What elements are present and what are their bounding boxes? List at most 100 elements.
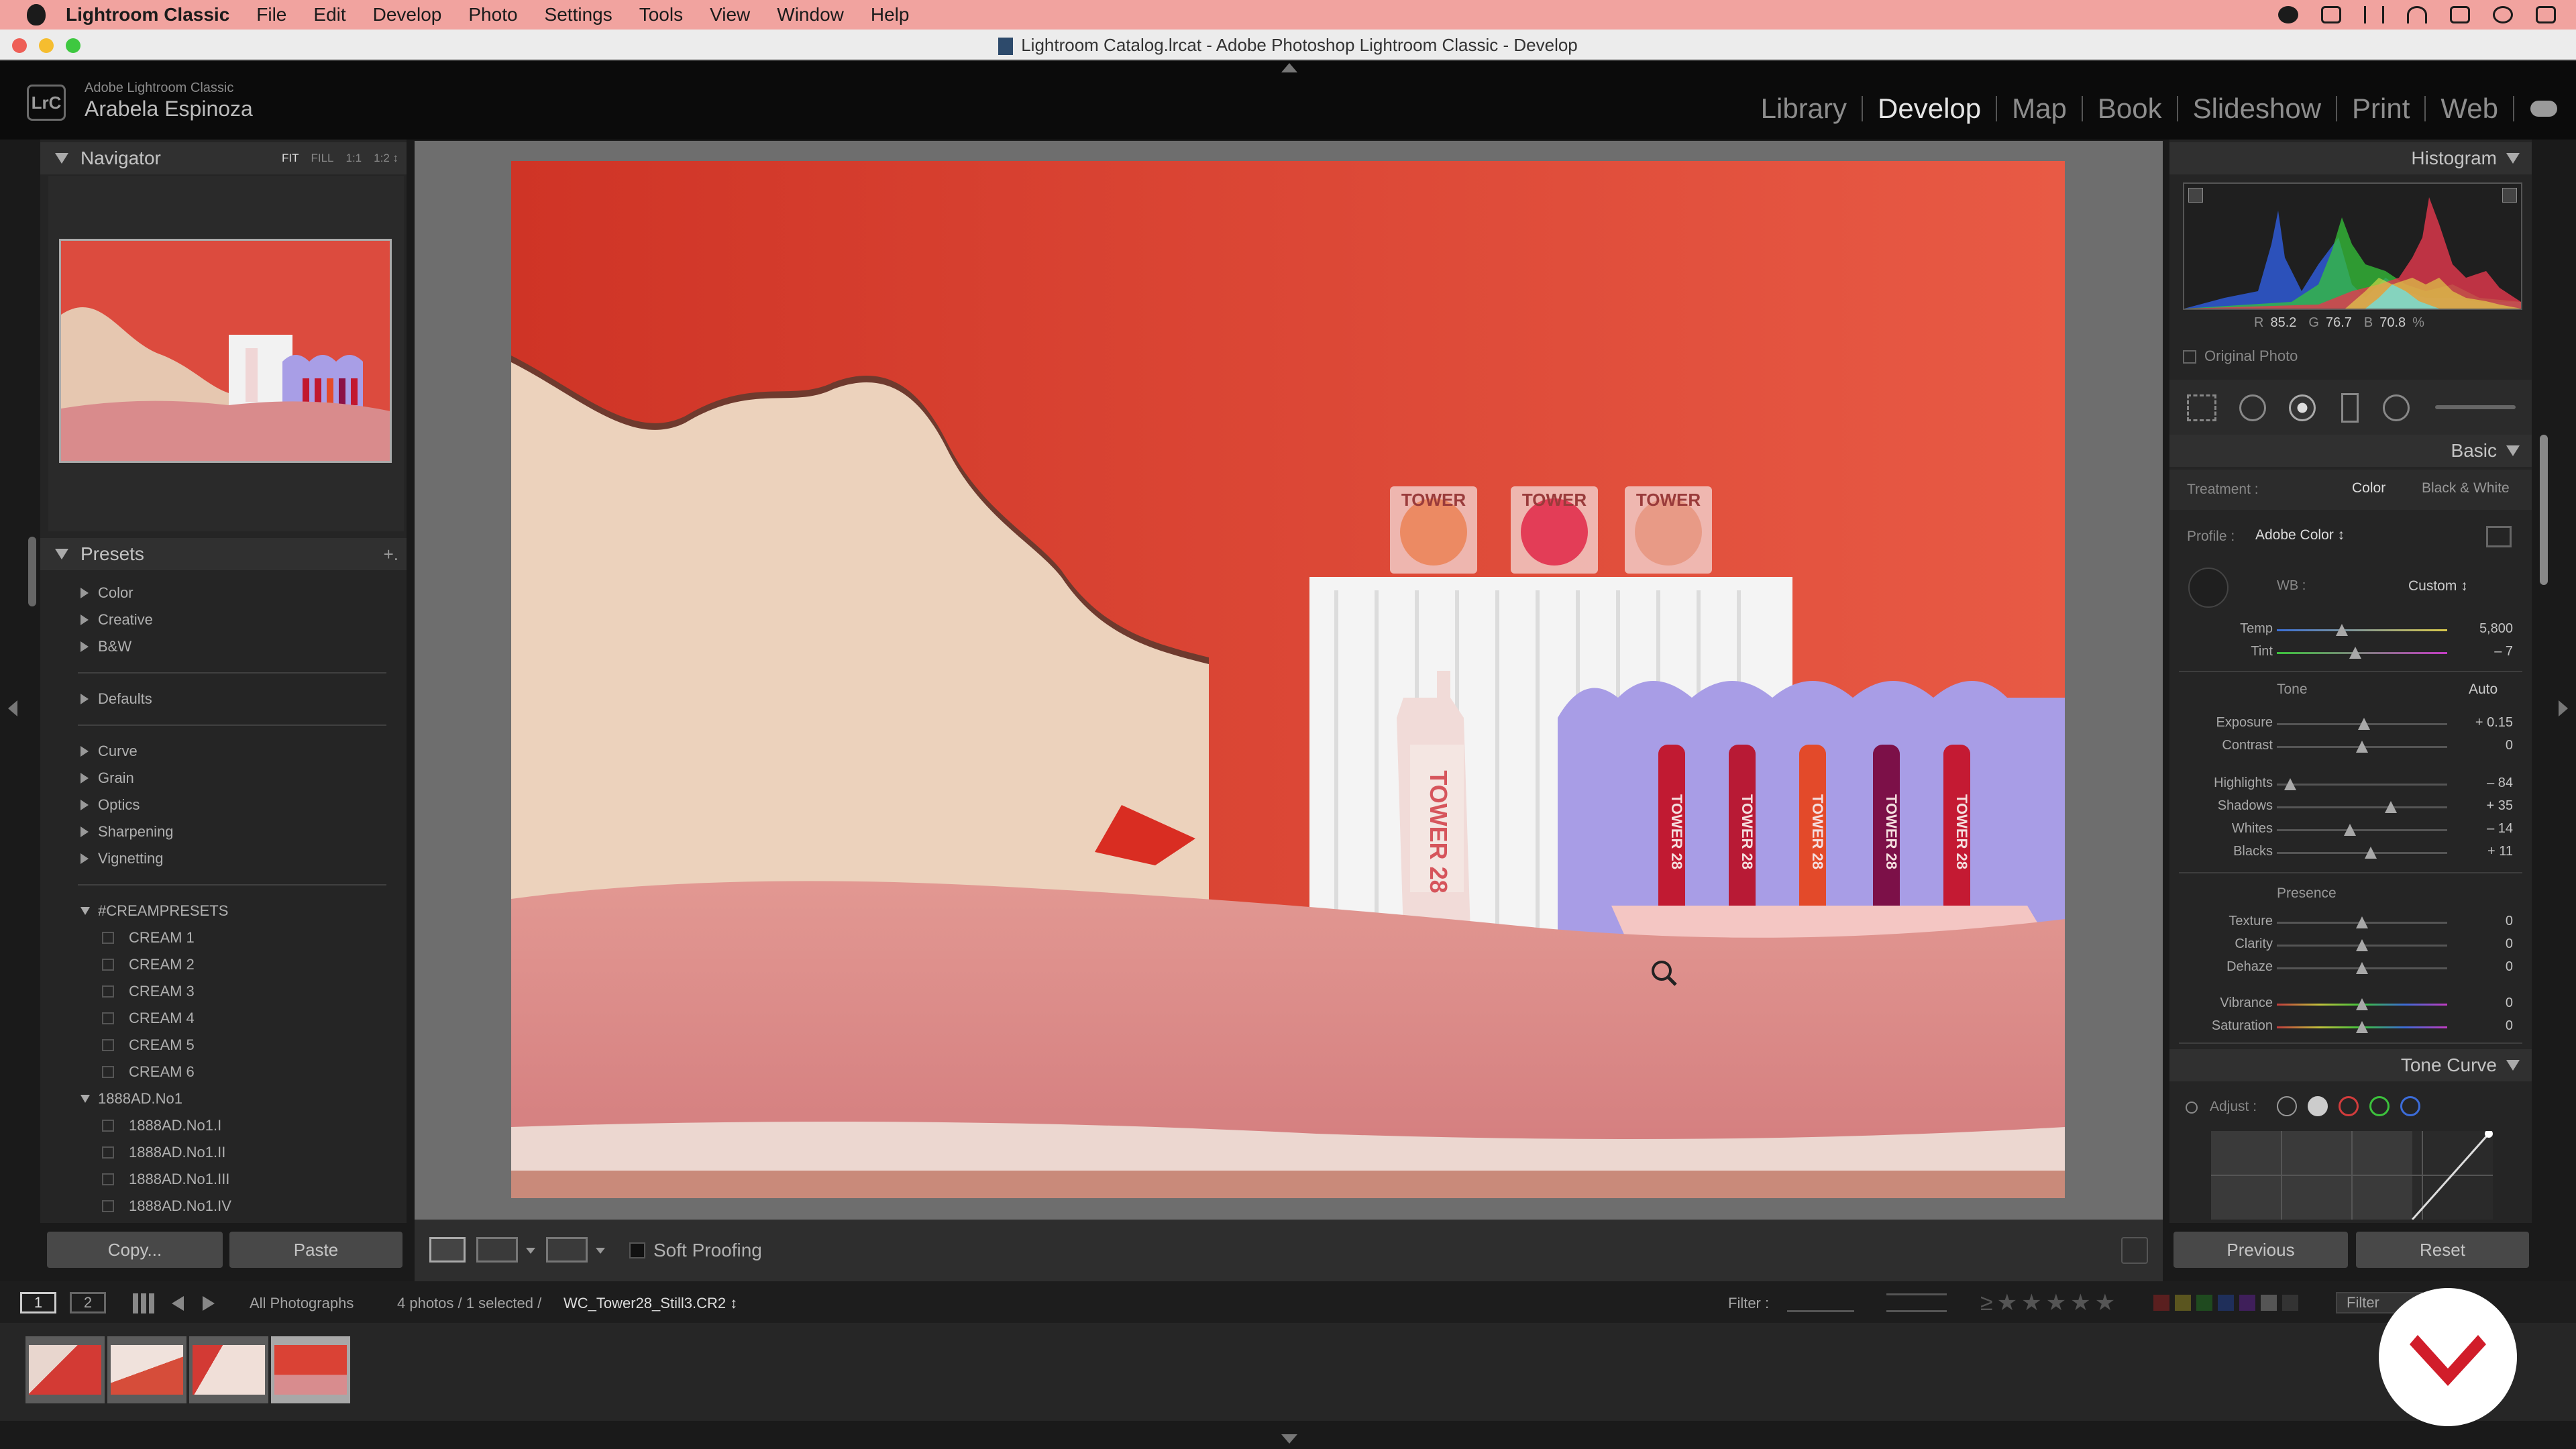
basic-header[interactable]: Basic: [2169, 435, 2532, 467]
slider-vibrance[interactable]: Vibrance 0: [2169, 991, 2532, 1016]
yellow-label-swatch[interactable]: [2175, 1295, 2191, 1311]
control-center-icon[interactable]: [2536, 6, 2556, 23]
apple-icon[interactable]: [27, 4, 46, 25]
preset-group-bw[interactable]: B&W: [40, 633, 407, 660]
highlight-clipping-icon[interactable]: [2502, 188, 2517, 203]
menu-view[interactable]: View: [710, 4, 750, 25]
slider-whites[interactable]: Whites – 14: [2169, 817, 2532, 841]
preset-group-curve[interactable]: Curve: [40, 738, 407, 765]
preset-group-color[interactable]: Color: [40, 580, 407, 606]
menu-develop[interactable]: Develop: [373, 4, 442, 25]
slider-dehaze[interactable]: Dehaze 0: [2169, 955, 2532, 979]
zoom-fill[interactable]: FILL: [311, 152, 333, 165]
slider-shadows[interactable]: Shadows + 35: [2169, 794, 2532, 818]
slider-thumb[interactable]: [2385, 801, 2398, 813]
preset-item[interactable]: CREAM 2: [40, 951, 407, 978]
top-panel-toggle[interactable]: [1281, 63, 1297, 72]
menu-settings[interactable]: Settings: [545, 4, 612, 25]
swap-view-icon[interactable]: [546, 1237, 588, 1263]
treatment-color[interactable]: Color: [2352, 480, 2385, 496]
filmstrip-thumbnail-4-selected[interactable]: [271, 1336, 350, 1403]
current-file[interactable]: WC_Tower28_Still3.CR2 ↕: [564, 1295, 737, 1312]
slider-thumb[interactable]: [2357, 718, 2370, 730]
reset-button[interactable]: Reset: [2356, 1232, 2529, 1268]
preset-group-creampresets[interactable]: #CREAMPRESETS: [40, 898, 407, 924]
preset-group-optics[interactable]: Optics: [40, 792, 407, 818]
preset-item[interactable]: CREAM 6: [40, 1059, 407, 1085]
histogram[interactable]: [2183, 182, 2522, 310]
bottom-panel-toggle[interactable]: [1281, 1434, 1297, 1444]
slider-saturation[interactable]: Saturation 0: [2169, 1014, 2532, 1038]
treatment-bw[interactable]: Black & White: [2422, 480, 2510, 496]
slider-thumb[interactable]: [2356, 939, 2368, 951]
left-scrollbar[interactable]: [28, 537, 36, 606]
preset-item[interactable]: CREAM 5: [40, 1032, 407, 1059]
right-scrollbar[interactable]: [2540, 435, 2548, 585]
no-label-swatch[interactable]: [2282, 1295, 2298, 1311]
before-after-icon[interactable]: [476, 1237, 518, 1263]
slider-value[interactable]: 0: [2453, 914, 2513, 929]
module-map[interactable]: Map: [1997, 93, 2082, 125]
presets-header[interactable]: Presets +.: [40, 538, 407, 570]
color-label-filter[interactable]: [2153, 1295, 2298, 1311]
menu-tools[interactable]: Tools: [639, 4, 683, 25]
preset-item[interactable]: CREAM 1: [40, 924, 407, 951]
graduated-filter-icon[interactable]: [2341, 393, 2359, 423]
slider-value[interactable]: + 11: [2453, 844, 2513, 859]
menu-window[interactable]: Window: [777, 4, 844, 25]
navigator-header[interactable]: Navigator FIT FILL 1:1 1:2 ↕: [40, 142, 407, 174]
slider-value[interactable]: + 0.15: [2453, 715, 2513, 731]
slider-thumb[interactable]: [2349, 647, 2361, 659]
source-label[interactable]: All Photographs: [250, 1295, 354, 1312]
original-photo-checkbox[interactable]: [2183, 350, 2196, 364]
grid-view-icon[interactable]: [133, 1293, 154, 1313]
preset-group-defaults[interactable]: Defaults: [40, 686, 407, 712]
menu-help[interactable]: Help: [871, 4, 910, 25]
slider-blacks[interactable]: Blacks + 11: [2169, 840, 2532, 864]
preset-item[interactable]: CREAM 4: [40, 1005, 407, 1032]
zoom-button[interactable]: [66, 38, 80, 53]
slider-track[interactable]: [2277, 629, 2447, 631]
slider-track[interactable]: [2277, 806, 2447, 808]
menu-photo[interactable]: Photo: [468, 4, 517, 25]
wb-select[interactable]: Custom ↕: [2408, 578, 2468, 594]
command-icon[interactable]: [2321, 6, 2341, 23]
slider-tint[interactable]: Tint – 7: [2169, 640, 2532, 664]
preset-group-grain[interactable]: Grain: [40, 765, 407, 792]
soft-proofing-checkbox[interactable]: [629, 1242, 645, 1258]
slider-thumb[interactable]: [2284, 778, 2297, 790]
slider-track[interactable]: [2277, 784, 2447, 786]
adjustment-brush-icon[interactable]: [2435, 405, 2516, 409]
slider-value[interactable]: + 35: [2453, 798, 2513, 814]
filmstrip-thumbnail-1[interactable]: [25, 1336, 105, 1403]
slider-track[interactable]: [2277, 852, 2447, 854]
paste-button[interactable]: Paste: [229, 1232, 402, 1268]
preset-item[interactable]: 1888AD.No1.III: [40, 1166, 407, 1193]
slider-thumb[interactable]: [2356, 962, 2368, 974]
minimize-button[interactable]: [39, 38, 54, 53]
slider-value[interactable]: 0: [2453, 936, 2513, 952]
preset-group-creative[interactable]: Creative: [40, 606, 407, 633]
green-curve-icon[interactable]: [2369, 1096, 2390, 1116]
tone-curve-graph[interactable]: [2211, 1131, 2493, 1220]
slider-thumb[interactable]: [2364, 847, 2377, 859]
navigator-preview[interactable]: [59, 239, 392, 463]
blue-curve-icon[interactable]: [2400, 1096, 2420, 1116]
slider-texture[interactable]: Texture 0: [2169, 910, 2532, 934]
slider-thumb[interactable]: [2356, 741, 2368, 753]
profile-select[interactable]: Adobe Color ↕: [2255, 527, 2345, 543]
display-icon[interactable]: [2450, 6, 2470, 23]
slider-temp[interactable]: Temp 5,800: [2169, 617, 2532, 641]
module-book[interactable]: Book: [2083, 93, 2177, 125]
forward-arrow-icon[interactable]: [203, 1296, 215, 1311]
parametric-curve-icon[interactable]: [2277, 1096, 2297, 1116]
slider-track[interactable]: [2277, 652, 2447, 654]
rgb-curve-icon[interactable]: [2308, 1096, 2328, 1116]
cloud-icon[interactable]: [2530, 101, 2557, 117]
left-panel-toggle[interactable]: [8, 700, 17, 716]
green-label-swatch[interactable]: [2196, 1295, 2212, 1311]
add-preset-button[interactable]: +.: [384, 544, 398, 565]
slider-thumb[interactable]: [2356, 1021, 2368, 1033]
chevron-down-icon[interactable]: [526, 1248, 535, 1254]
bluetooth-icon[interactable]: [2364, 6, 2384, 23]
